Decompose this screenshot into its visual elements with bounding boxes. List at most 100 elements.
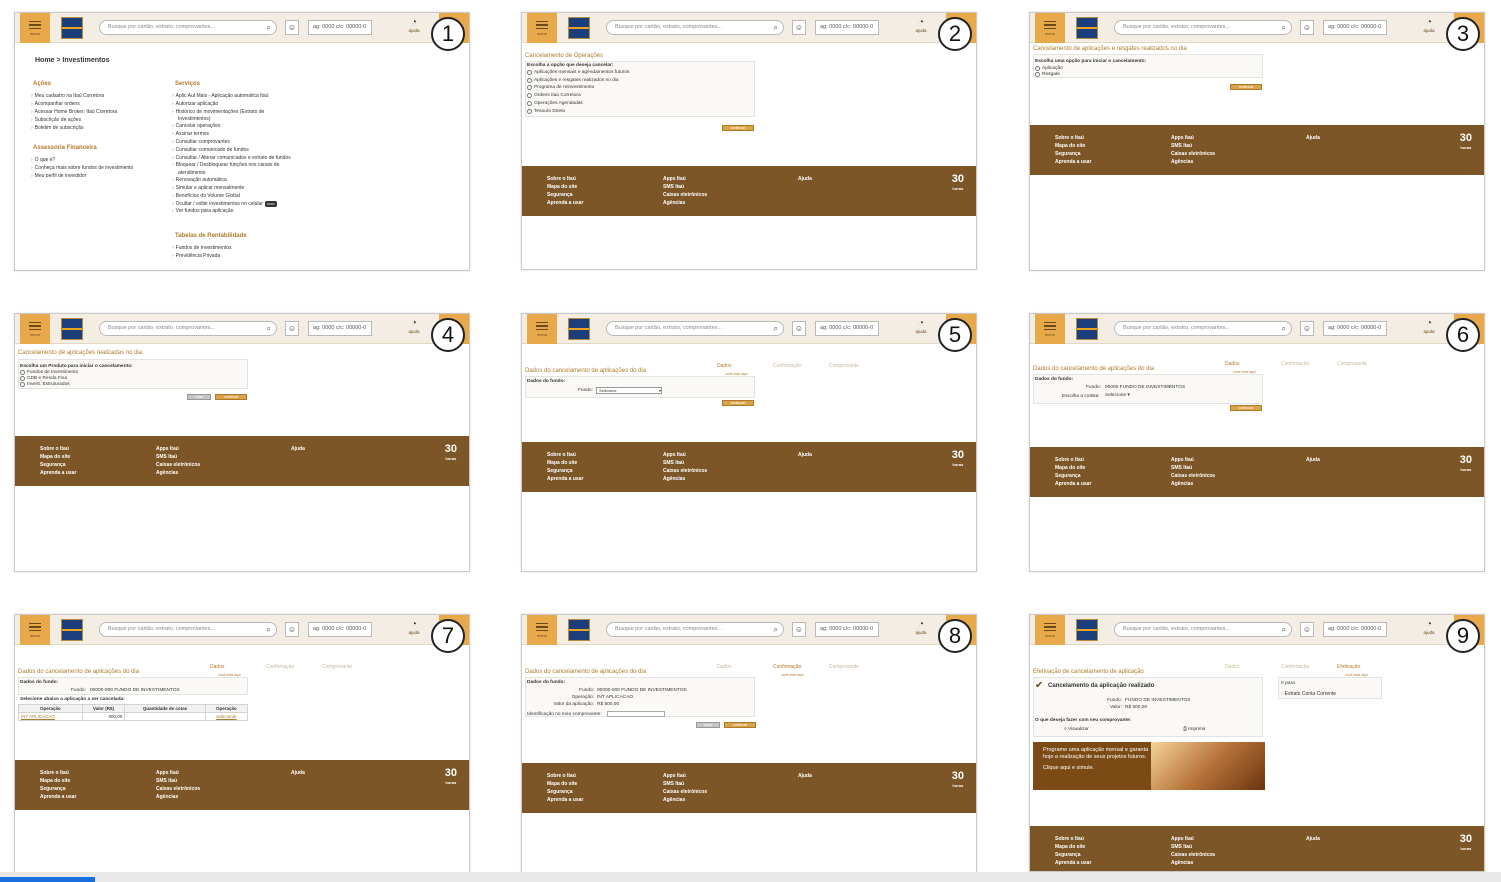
promo-link[interactable]: Clique aqui e simule. [1043,765,1153,772]
user-icon[interactable]: ☺ [285,321,299,336]
search-input[interactable]: Busque por cartão, extrato, comprovantes… [99,20,277,35]
help-button[interactable]: ◔ ajuda [406,18,422,34]
help-button[interactable]: ◔ ajuda [1421,319,1437,335]
footer-link[interactable]: SMS Itaú [156,777,200,785]
help-button[interactable]: ◔ ajuda [406,620,422,636]
footer-link[interactable]: Sobre o Itaú [1055,134,1091,142]
user-icon[interactable]: ☺ [1300,20,1314,35]
itau-logo[interactable] [1076,17,1098,39]
continue-button[interactable]: continuar [724,722,756,728]
fund-select[interactable]: Selecione ▾ [596,387,662,394]
footer-link[interactable]: Mapa do site [40,777,76,785]
account-field[interactable]: ag: 0000 c/c: 00000-0 [815,321,879,336]
footer-link[interactable]: Aprenda a usar [547,199,583,207]
user-icon[interactable]: ☺ [285,622,299,637]
menu-button[interactable]: menu [527,314,557,344]
help-button[interactable]: ◔ ajuda [913,620,929,636]
radio-button[interactable] [20,376,25,381]
footer-link[interactable]: SMS Itaú [1171,464,1215,472]
footer-link[interactable]: Aprenda a usar [1055,859,1091,867]
menu-link[interactable]: atendimento [178,170,206,176]
footer-link[interactable]: Caixas eletrônicos [1171,472,1215,480]
user-icon[interactable]: ☺ [792,20,806,35]
menu-link[interactable]: Investimentos) [178,116,211,122]
footer-link[interactable]: Apps Itaú [1171,134,1215,142]
search-input[interactable]: Busque por cartão, extrato, comprovantes… [606,321,784,336]
search-input[interactable]: Busque por cartão, extrato, comprovantes… [99,622,277,637]
account-field[interactable]: ag: 0000 c/c: 00000-0 [1323,321,1387,336]
quota-select[interactable]: Selecione ▾ [1105,393,1133,400]
search-icon[interactable]: ⌕ [267,23,271,33]
continue-button[interactable]: continuar [1230,405,1262,411]
search-icon[interactable]: ⌕ [774,324,778,334]
menu-link[interactable]: Ocultar / exibir investimentos no celula… [172,200,277,207]
footer-link[interactable]: SMS Itaú [156,453,200,461]
search-icon[interactable]: ⌕ [774,625,778,635]
menu-link[interactable]: Ver fundos para aplicação [172,208,234,214]
footer-link[interactable]: Sobre o Itaú [547,175,583,183]
footer-link[interactable]: Sobre o Itaú [547,772,583,780]
radio-button[interactable] [1035,66,1040,71]
footer-link[interactable]: Segurança [40,461,76,469]
itau-logo[interactable] [1076,318,1098,340]
footer-link[interactable]: Mapa do site [1055,464,1091,472]
account-field[interactable]: ag: 0000 c/c: 00000-0 [1323,20,1387,35]
search-icon[interactable]: ⌕ [774,23,778,33]
search-input[interactable]: Busque por cartão, extrato, comprovantes… [99,321,277,336]
footer-link[interactable]: Aprenda a usar [40,469,76,477]
footer-link[interactable]: Ajuda [291,769,305,777]
radio-option[interactable]: Aplicação [1035,66,1063,71]
help-button[interactable]: ◔ ajuda [913,18,929,34]
menu-link[interactable]: Subscrição de ações [31,117,81,123]
footer-link[interactable]: SMS Itaú [1171,843,1215,851]
footer-link[interactable]: Segurança [1055,851,1091,859]
footer-link[interactable]: Sobre o Itaú [40,445,76,453]
radio-option[interactable]: Resgate [1035,72,1060,77]
user-icon[interactable]: ☺ [285,20,299,35]
footer-link[interactable]: Mapa do site [40,453,76,461]
footer-link[interactable]: Caixas eletrônicos [663,191,707,199]
itau-logo[interactable] [61,17,83,39]
radio-option[interactable]: Ordens Itaú Corretora [527,93,581,99]
footer-link[interactable]: Apps Itaú [1171,835,1215,843]
menu-button[interactable]: menu [20,314,50,344]
footer-link[interactable]: Apps Itaú [663,451,707,459]
footer-link[interactable]: Caixas eletrônicos [156,785,200,793]
footer-link[interactable]: Agências [1171,158,1215,166]
goto-link[interactable]: Extrato Conta Corrente [1281,691,1336,697]
account-field[interactable]: ag: 0000 c/c: 00000-0 [815,20,879,35]
menu-link[interactable]: Meu cadastro na Itaú Corretora [31,93,104,99]
footer-link[interactable]: Caixas eletrônicos [1171,150,1215,158]
radio-button[interactable] [527,77,532,83]
back-button[interactable]: voltar [187,394,211,400]
search-icon[interactable]: ⌕ [1282,625,1286,635]
menu-link[interactable]: Aplic Aut Mais - Aplicação automática It… [172,93,269,99]
promo-banner[interactable]: Programe uma aplicação mensal e garanta … [1033,742,1265,790]
menu-link[interactable]: Cancelar operações [172,123,221,129]
menu-button[interactable]: menu [20,615,50,645]
menu-link[interactable]: Acessar Home Broker: Itaú Corretora [31,109,118,115]
radio-option[interactable]: Tesouro Direto [527,108,565,114]
radio-button[interactable] [1035,72,1040,77]
footer-link[interactable]: Agências [663,475,707,483]
footer-link[interactable]: Apps Itaú [156,769,200,777]
radio-button[interactable] [527,85,532,91]
search-icon[interactable]: ⌕ [267,324,271,334]
itau-logo[interactable] [568,17,590,39]
footer-link[interactable]: Ajuda [798,772,812,780]
account-field[interactable]: ag: 0000 c/c: 00000-0 [1323,622,1387,637]
menu-button[interactable]: menu [1035,13,1065,43]
menu-button[interactable]: menu [1035,615,1065,645]
footer-link[interactable]: Mapa do site [547,459,583,467]
radio-button[interactable] [527,70,532,75]
footer-link[interactable]: Caixas eletrônicos [663,788,707,796]
footer-link[interactable]: Segurança [1055,472,1091,480]
menu-link[interactable]: Consultar / Alterar comunicados e extrat… [172,155,291,161]
back-button[interactable]: voltar [696,722,720,728]
footer-link[interactable]: Apps Itaú [663,175,707,183]
search-input[interactable]: Busque por cartão, extrato, comprovantes… [606,20,784,35]
footer-link[interactable]: Caixas eletrônicos [663,467,707,475]
footer-link[interactable]: SMS Itaú [663,183,707,191]
radio-button[interactable] [20,370,25,375]
continue-button[interactable]: continuar [215,394,247,400]
